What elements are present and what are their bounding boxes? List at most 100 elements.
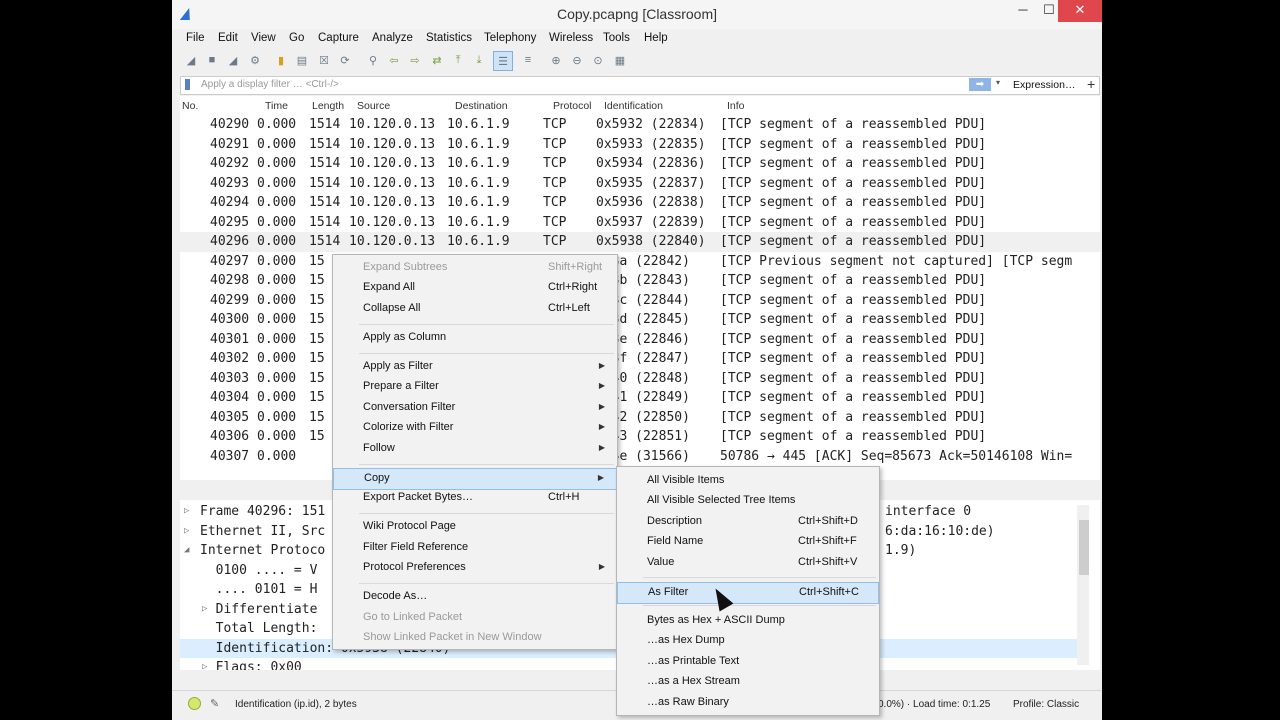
packet-row[interactable]: 40301 0.000 15 593e (22846) [TCP segment of … [180,330,1100,350]
expand-caret-icon[interactable]: ◢ [184,545,189,555]
open-file-icon[interactable]: ▮ [274,53,288,67]
restart-capture-icon[interactable]: ◢ [226,53,240,67]
go-to-packet-icon[interactable]: ⇄ [430,53,444,67]
filter-history-dropdown[interactable]: ▾ [996,78,1000,87]
first-packet-icon[interactable]: ⤒ [451,53,465,67]
expand-caret-icon[interactable]: ▷ [184,506,189,516]
last-packet-icon[interactable]: ⤓ [472,53,486,67]
add-filter-button[interactable]: + [1087,76,1095,92]
column-time[interactable]: Time [265,100,288,112]
menu-item-follow[interactable]: Follow ▶ [333,439,617,459]
menu-edit[interactable]: Edit [218,32,238,44]
packet-row[interactable]: 40303 0.000 15 5940 (22848) [TCP segment of … [180,369,1100,389]
packet-row[interactable]: 40304 0.000 15 5941 (22849) [TCP segment of … [180,388,1100,408]
menu-item-as-filter[interactable]: As Filter Ctrl+Shift+C [617,582,879,604]
close-button[interactable]: ✕ [1058,0,1102,22]
normal-size-icon[interactable]: ⊙ [591,53,605,67]
expression-button[interactable]: Expression… [1013,79,1075,91]
menu-item-decode-as[interactable]: Decode As… [333,587,617,607]
packet-row[interactable]: 40295 0.000 1514 10.120.0.13 10.6.1.9 TCP 0x59… [180,213,1100,233]
apply-filter-button[interactable]: ➡ [969,78,991,91]
menu-item-copy[interactable]: Copy ▶ [333,468,617,490]
column-protocol[interactable]: Protocol [553,100,592,112]
packet-row[interactable]: 40298 0.000 15 593b (22843) [TCP segment of … [180,271,1100,291]
menu-item-colorize-with-filter[interactable]: Colorize with Filter ▶ [333,418,617,438]
column-destination[interactable]: Destination [455,100,508,112]
status-profile[interactable]: Profile: Classic [1013,699,1079,710]
edit-comment-icon[interactable]: ✎ [210,697,219,710]
menu-go[interactable]: Go [289,32,304,44]
bookmark-icon[interactable] [185,79,190,90]
column-length[interactable]: Length [312,100,344,112]
menu-item-protocol-preferences[interactable]: Protocol Preferences ▶ [333,558,617,578]
stop-capture-icon[interactable]: ■ [205,53,219,67]
resize-columns-icon[interactable]: ▦ [613,53,627,67]
menu-item-field-name[interactable]: Field Name Ctrl+Shift+F [617,532,879,552]
packet-row[interactable]: 40291 0.000 1514 10.120.0.13 10.6.1.9 TCP 0x59… [180,135,1100,155]
menu-item-expand-all[interactable]: Expand All Ctrl+Right [333,278,617,298]
menu-item-conversation-filter[interactable]: Conversation Filter ▶ [333,398,617,418]
column-no[interactable]: No. [182,100,198,112]
menu-item-apply-as-filter[interactable]: Apply as Filter ▶ [333,357,617,377]
column-info[interactable]: Info [727,100,745,112]
menu-item-expand-subtrees[interactable]: Expand Subtrees Shift+Right [333,258,617,278]
expand-caret-icon[interactable]: ▷ [184,526,189,536]
menu-item-prepare-a-filter[interactable]: Prepare a Filter ▶ [333,377,617,397]
packet-row[interactable]: 40305 0.000 15 5942 (22850) [TCP segment of … [180,408,1100,428]
capture-options-icon[interactable]: ⚙ [248,53,262,67]
column-source[interactable]: Source [357,100,390,112]
menu-help[interactable]: Help [644,32,668,44]
menu-item-label: Apply as Filter [363,360,433,372]
menu-item-filter-field-reference[interactable]: Filter Field Reference [333,538,617,558]
menu-item-as-raw-binary[interactable]: …as Raw Binary [617,693,879,713]
go-back-icon[interactable]: ⇦ [387,53,401,67]
menu-capture[interactable]: Capture [318,32,359,44]
menu-item-collapse-all[interactable]: Collapse All Ctrl+Left [333,299,617,319]
save-file-icon[interactable]: ▤ [295,53,309,67]
capture-status-icon[interactable] [188,697,201,710]
colorize-icon[interactable]: ≡ [521,53,535,67]
menu-item-bytes-as-hex-ascii-dump[interactable]: Bytes as Hex + ASCII Dump [617,611,879,631]
packet-row[interactable]: 40302 0.000 15 593f (22847) [TCP segment of … [180,349,1100,369]
packet-row[interactable]: 40293 0.000 1514 10.120.0.13 10.6.1.9 TCP 0x59… [180,174,1100,194]
menu-tools[interactable]: Tools [603,32,630,44]
menu-wireless[interactable]: Wireless [549,32,593,44]
menu-view[interactable]: View [251,32,276,44]
menu-item-apply-as-column[interactable]: Apply as Column [333,328,617,348]
menu-item-description[interactable]: Description Ctrl+Shift+D [617,512,879,532]
packet-row[interactable]: 40290 0.000 1514 10.120.0.13 10.6.1.9 TCP 0x59… [180,115,1100,135]
zoom-in-icon[interactable]: ⊕ [549,53,563,67]
menu-item-go-to-linked-packet[interactable]: Go to Linked Packet [333,608,617,628]
menu-item-show-linked-packet-in-new-window[interactable]: Show Linked Packet in New Window [333,628,617,648]
find-packet-icon[interactable]: ⚲ [366,53,380,67]
close-file-icon[interactable]: ☒ [317,53,331,67]
autoscroll-icon[interactable]: ☰ [493,51,513,71]
packet-row[interactable]: 40294 0.000 1514 10.120.0.13 10.6.1.9 TCP 0x59… [180,193,1100,213]
menu-item-all-visible-items[interactable]: All Visible Items [617,471,879,491]
details-scroll-thumb[interactable] [1079,520,1089,575]
packet-row[interactable]: 40306 0.000 15 5943 (22851) [TCP segment of … [180,427,1100,447]
packet-row[interactable]: 40296 0.000 1514 10.120.0.13 10.6.1.9 TCP 0x59… [180,232,1100,252]
menu-analyze[interactable]: Analyze [372,32,413,44]
menu-statistics[interactable]: Statistics [426,32,472,44]
menu-item-as-a-hex-stream[interactable]: …as a Hex Stream [617,672,879,692]
packet-row[interactable]: 40300 0.000 15 593d (22845) [TCP segment of … [180,310,1100,330]
column-identification[interactable]: Identification [604,100,663,112]
menu-item-value[interactable]: Value Ctrl+Shift+V [617,553,879,573]
menu-file[interactable]: File [186,32,205,44]
reload-file-icon[interactable]: ⟳ [338,53,352,67]
packet-row[interactable]: 40299 0.000 15 593c (22844) [TCP segment of … [180,291,1100,311]
start-capture-icon[interactable]: ◢ [184,53,198,67]
packet-row[interactable]: 40292 0.000 1514 10.120.0.13 10.6.1.9 TCP 0x59… [180,154,1100,174]
packet-row[interactable]: 40297 0.000 15 593a (22842) [TCP Previous se… [180,252,1100,272]
go-forward-icon[interactable]: ⇨ [408,53,422,67]
menu-item-wiki-protocol-page[interactable]: Wiki Protocol Page [333,517,617,537]
menu-item-as-printable-text[interactable]: …as Printable Text [617,652,879,672]
packet-row[interactable]: 40307 0.000 7b4e (31566) 50786 → 445 [ACK] … [180,447,1100,467]
display-filter-bar[interactable]: Apply a display filter … <Ctrl-/> ➡ ▾ Ex… [180,76,1100,95]
menu-telephony[interactable]: Telephony [484,32,536,44]
menu-item-as-hex-dump[interactable]: …as Hex Dump [617,631,879,651]
menu-item-export-packet-bytes[interactable]: Export Packet Bytes… Ctrl+H [333,488,617,508]
menu-item-all-visible-selected-tree-items[interactable]: All Visible Selected Tree Items [617,491,879,511]
zoom-out-icon[interactable]: ⊖ [570,53,584,67]
